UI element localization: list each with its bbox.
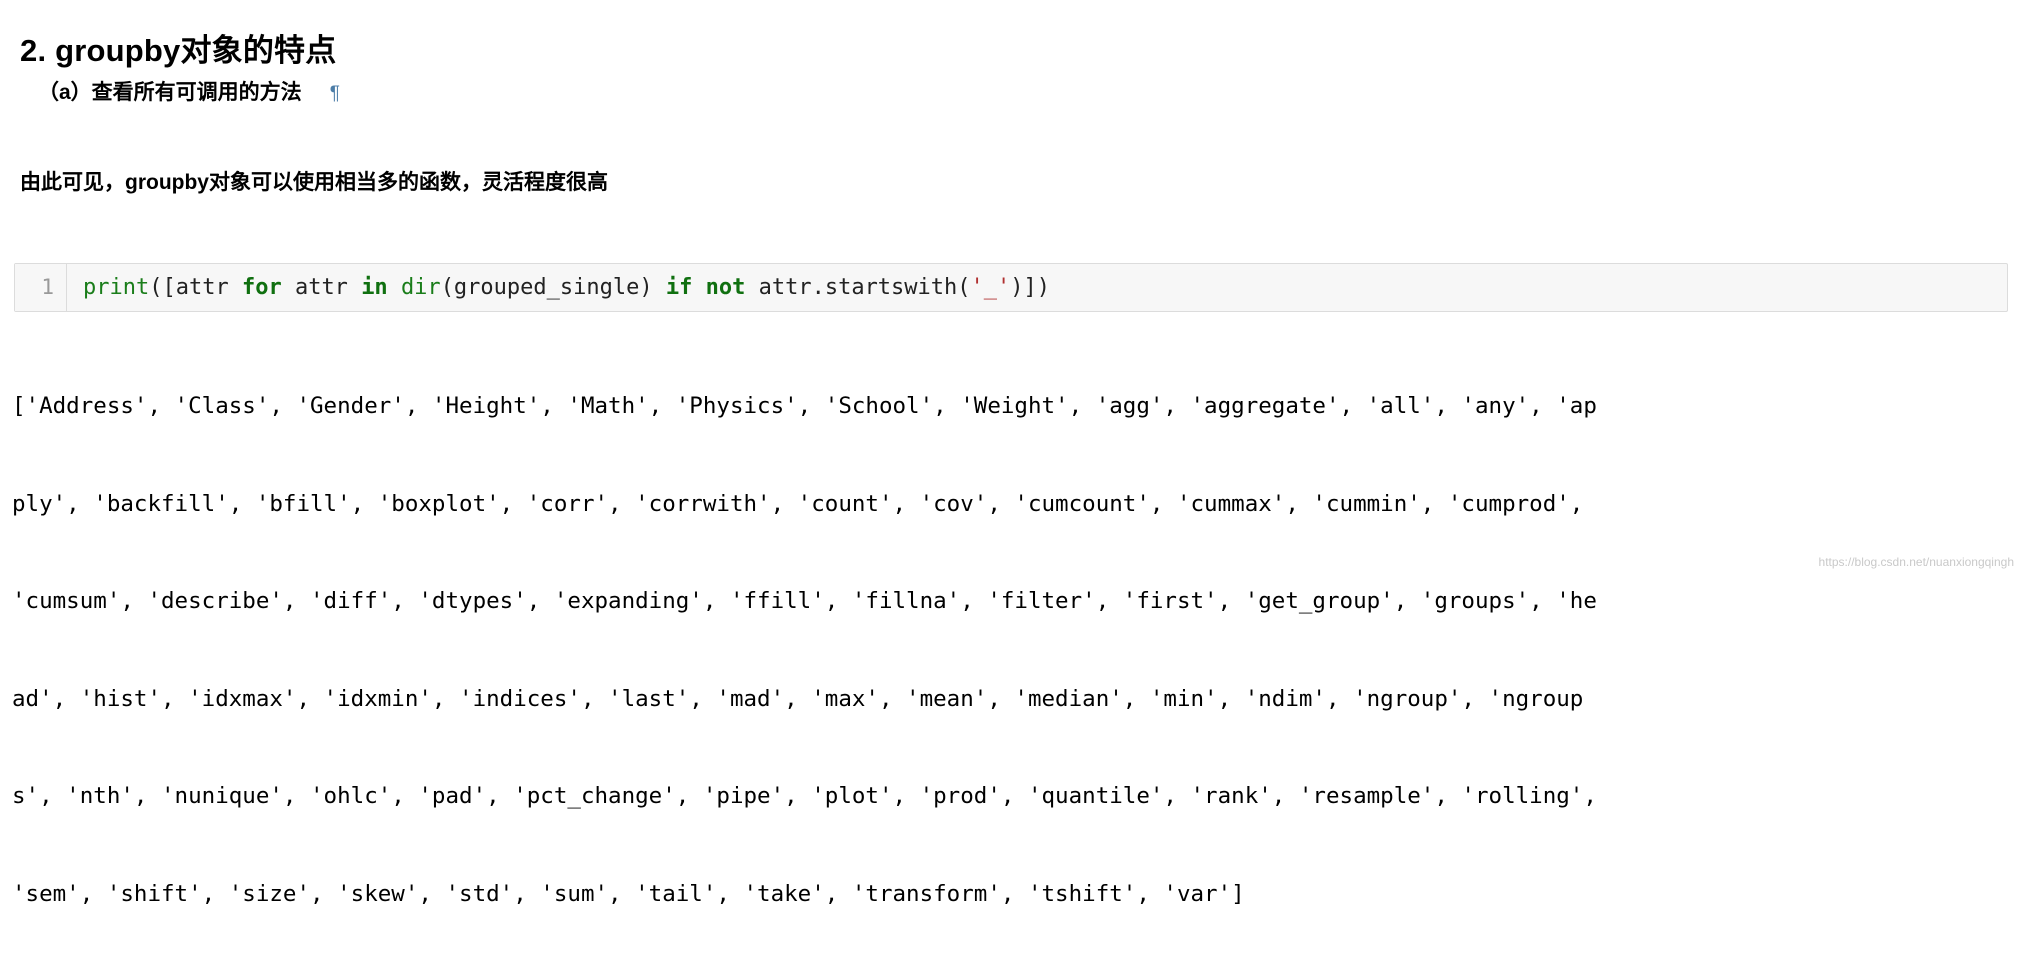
code-token: attr: [281, 275, 362, 300]
output-line: ['Address', 'Class', 'Gender', 'Height',…: [12, 393, 1597, 419]
code-output: ['Address', 'Class', 'Gender', 'Height',…: [12, 325, 2012, 975]
code-token: )]): [1010, 275, 1051, 300]
code-token: in: [361, 275, 388, 300]
code-token: ([attr: [149, 275, 242, 300]
output-line: 'cumsum', 'describe', 'diff', 'dtypes', …: [12, 588, 1597, 614]
code-token: '_': [970, 275, 1011, 300]
subsection-heading-label: （a）查看所有可调用的方法: [38, 81, 302, 104]
notebook-page: 2. groupby对象的特点 （a）查看所有可调用的方法 ¶ 由此可见，gro…: [0, 0, 2022, 907]
code-token: dir: [400, 275, 441, 300]
watermark: https://blog.csdn.net/nuanxiongqingh: [1818, 555, 2014, 569]
output-line: 'sem', 'shift', 'size', 'skew', 'std', '…: [12, 880, 1245, 907]
anchor-link-icon[interactable]: ¶: [330, 79, 340, 109]
output-line: s', 'nth', 'nunique', 'ohlc', 'pad', 'pc…: [12, 783, 1597, 809]
code-token: attr.startswith(: [745, 275, 971, 300]
output-line: ad', 'hist', 'idxmax', 'idxmin', 'indice…: [12, 685, 1584, 712]
code-token: not: [705, 275, 746, 300]
code-token: print: [83, 275, 150, 300]
code-token: for: [241, 275, 282, 300]
code-cell[interactable]: 1 print([attr for attr in dir(grouped_si…: [14, 263, 2008, 312]
code-token: (grouped_single): [440, 275, 666, 300]
output-line: ply', 'backfill', 'bfill', 'boxplot', 'c…: [12, 490, 1584, 517]
subsection-heading: （a）查看所有可调用的方法 ¶: [38, 78, 340, 109]
code-line-number: 1: [15, 264, 67, 311]
page-title: 2. groupby对象的特点: [20, 32, 337, 68]
description-paragraph: 由此可见，groupby对象可以使用相当多的函数，灵活程度很高: [20, 171, 608, 194]
code-token: if: [665, 275, 693, 300]
code-input-line[interactable]: print([attr for attr in dir(grouped_sing…: [67, 264, 2007, 311]
